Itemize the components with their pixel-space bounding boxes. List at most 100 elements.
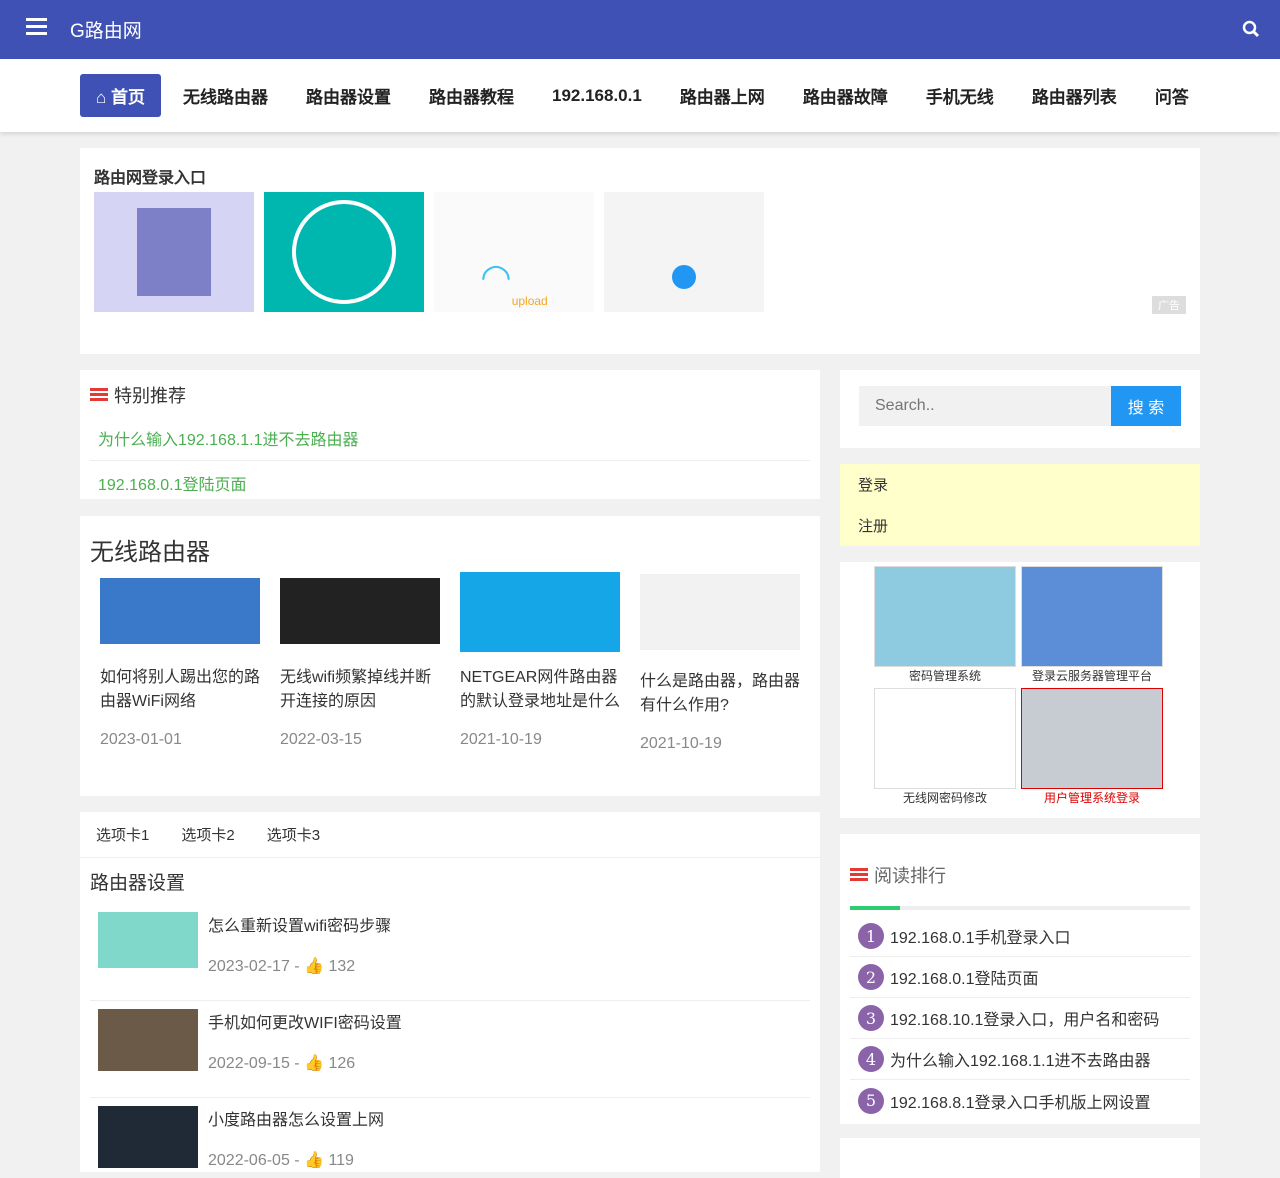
home-icon: ⌂: [96, 88, 111, 107]
tab-1[interactable]: 选项卡1: [96, 824, 149, 845]
search-input[interactable]: [859, 386, 1111, 426]
featured-link[interactable]: 为什么输入192.168.1.1进不去路由器: [90, 416, 810, 461]
account-card: 登录 注册: [840, 464, 1200, 546]
nav-item[interactable]: 手机无线: [926, 83, 994, 108]
article-item[interactable]: 怎么重新设置wifi密码步骤 2023-02-17 - 👍 132: [98, 912, 391, 976]
nav-item[interactable]: 路由器教程: [429, 83, 514, 108]
site-brand[interactable]: G路由网: [70, 16, 142, 43]
article-date: 2022-09-15: [208, 1055, 290, 1072]
article-thumbnail[interactable]: [98, 1009, 198, 1071]
nav-home[interactable]: ⌂ 首页: [80, 74, 161, 117]
post-title[interactable]: 什么是路由器，路由器有什么作用?: [640, 670, 800, 718]
login-link[interactable]: 登录: [840, 464, 1200, 505]
ad-caption[interactable]: 无线网密码修改: [874, 789, 1016, 806]
nav-label: 首页: [111, 88, 145, 107]
post-date: 2023-01-01: [100, 731, 182, 748]
nav-item[interactable]: 路由器上网: [680, 83, 765, 108]
rank-item[interactable]: 5 192.168.8.1登录入口手机版上网设置: [850, 1080, 1190, 1121]
nav-item[interactable]: 192.168.0.1: [552, 86, 642, 106]
rank-item[interactable]: 3 192.168.10.1登录入口，用户名和密码: [850, 998, 1190, 1039]
ad-caption[interactable]: 密码管理系统: [874, 667, 1016, 684]
list-icon: [90, 388, 108, 402]
ad-item[interactable]: 登录云服务器管理平台: [1021, 566, 1163, 684]
tab-3[interactable]: 选项卡3: [267, 824, 320, 845]
tab-2[interactable]: 选项卡2: [181, 824, 234, 845]
like-count: 132: [328, 958, 356, 975]
ad-thumbnail[interactable]: [874, 688, 1016, 789]
post-thumbnail[interactable]: [100, 578, 260, 644]
ad-card: 密码管理系统 登录云服务器管理平台 无线网密码修改 用户管理系统登录: [840, 562, 1200, 818]
ad-thumbnail[interactable]: [1021, 566, 1163, 667]
article-title[interactable]: 小度路由器怎么设置上网: [208, 1106, 384, 1130]
ad-label[interactable]: 广告: [1152, 296, 1186, 314]
article-title[interactable]: 怎么重新设置wifi密码步骤: [208, 912, 391, 936]
wireless-card: 无线路由器 如何将别人踢出您的路由器WiFi网络 2023-01-01 无线wif…: [80, 516, 820, 796]
rank-link[interactable]: 192.168.8.1登录入口手机版上网设置: [890, 1089, 1151, 1113]
article-thumbnail[interactable]: [98, 912, 198, 968]
register-link[interactable]: 注册: [840, 505, 1200, 546]
featured-link[interactable]: 192.168.0.1登陆页面: [90, 461, 810, 505]
rank-link[interactable]: 192.168.10.1登录入口，用户名和密码: [890, 1006, 1159, 1030]
sidebar-card: [840, 1138, 1200, 1178]
rank-link[interactable]: 192.168.0.1登陆页面: [890, 965, 1039, 989]
ad-caption[interactable]: 登录云服务器管理平台: [1021, 667, 1163, 684]
nav-item[interactable]: 路由器设置: [306, 83, 391, 108]
article-item[interactable]: 手机如何更改WIFI密码设置 2022-09-15 - 👍 126: [98, 1009, 402, 1073]
tabs-card: 选项卡1 选项卡2 选项卡3 路由器设置 怎么重新设置wifi密码步骤 2023-…: [80, 812, 820, 1172]
article-item[interactable]: 小度路由器怎么设置上网 2022-06-05 - 👍 119: [98, 1106, 384, 1170]
post-title[interactable]: 无线wifi频繁掉线并断开连接的原因: [280, 666, 440, 714]
ranking-title: 阅读排行: [874, 866, 946, 886]
nav-item[interactable]: 路由器列表: [1032, 83, 1117, 108]
wifi-upload-image[interactable]: ◠ upload: [434, 192, 594, 312]
ad-caption[interactable]: 用户管理系统登录: [1021, 789, 1163, 806]
banner-title: 路由网登录入口: [94, 170, 207, 187]
post-thumbnail[interactable]: [460, 572, 620, 652]
post-title[interactable]: 如何将别人踢出您的路由器WiFi网络: [100, 666, 260, 714]
ad-thumbnail[interactable]: [1021, 688, 1163, 789]
ad-item[interactable]: 密码管理系统: [874, 566, 1016, 684]
article-date: 2023-02-17: [208, 958, 290, 975]
top-bar: G路由网: [0, 0, 1280, 59]
post-card[interactable]: NETGEAR网件路由器的默认登录地址是什么 2021-10-19: [460, 572, 620, 752]
wifi-icon: ◠: [480, 256, 512, 297]
ad-thumbnail[interactable]: [874, 566, 1016, 667]
search-button[interactable]: 搜 索: [1111, 386, 1181, 426]
post-card[interactable]: 无线wifi频繁掉线并断开连接的原因 2022-03-15: [280, 578, 440, 752]
rank-badge: 1: [858, 923, 884, 949]
rank-badge: 2: [858, 964, 884, 990]
post-thumbnail[interactable]: [280, 578, 440, 644]
rank-link[interactable]: 192.168.0.1手机登录入口: [890, 924, 1071, 948]
nav-item[interactable]: 问答: [1155, 83, 1189, 108]
wifi-image[interactable]: [604, 192, 764, 312]
search-icon[interactable]: [1242, 20, 1260, 38]
post-date: 2021-10-19: [640, 735, 722, 752]
ad-item[interactable]: 无线网密码修改: [874, 688, 1016, 806]
login-image[interactable]: [94, 192, 254, 312]
post-title[interactable]: NETGEAR网件路由器的默认登录地址是什么: [460, 666, 620, 714]
wireless-title: 无线路由器: [90, 539, 210, 566]
nav-item[interactable]: 无线路由器: [183, 83, 268, 108]
menu-icon[interactable]: [26, 18, 47, 35]
article-thumbnail[interactable]: [98, 1106, 198, 1168]
article-date: 2022-06-05: [208, 1152, 290, 1169]
post-date: 2022-03-15: [280, 731, 362, 748]
like-count: 126: [328, 1055, 356, 1072]
thumbs-up-icon: 👍: [304, 1055, 324, 1072]
rank-item[interactable]: 4 为什么输入192.168.1.1进不去路由器: [850, 1039, 1190, 1080]
ad-item[interactable]: 用户管理系统登录: [1021, 688, 1163, 806]
upload-text: upload: [511, 294, 548, 308]
post-card[interactable]: 什么是路由器，路由器有什么作用? 2021-10-19: [640, 574, 800, 756]
thumbs-up-icon: 👍: [304, 1152, 324, 1169]
article-title[interactable]: 手机如何更改WIFI密码设置: [208, 1009, 402, 1033]
ranking-card: 阅读排行 1 192.168.0.1手机登录入口 2 192.168.0.1登陆页面…: [840, 834, 1200, 1124]
list-icon: [850, 868, 868, 882]
router-image[interactable]: [264, 192, 424, 312]
nav-item[interactable]: 路由器故障: [803, 83, 888, 108]
post-card[interactable]: 如何将别人踢出您的路由器WiFi网络 2023-01-01: [100, 578, 260, 752]
rank-item[interactable]: 1 192.168.0.1手机登录入口: [850, 916, 1190, 957]
post-thumbnail[interactable]: [640, 574, 800, 650]
thumbs-up-icon: 👍: [304, 958, 324, 975]
rank-item[interactable]: 2 192.168.0.1登陆页面: [850, 957, 1190, 998]
rank-badge: 3: [858, 1005, 884, 1031]
rank-link[interactable]: 为什么输入192.168.1.1进不去路由器: [890, 1047, 1151, 1071]
